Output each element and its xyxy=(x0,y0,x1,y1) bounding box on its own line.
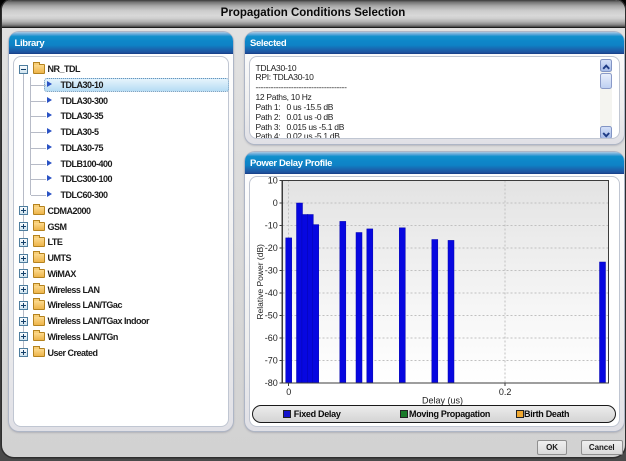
svg-text:-60: -60 xyxy=(264,333,277,343)
svg-text:-20: -20 xyxy=(264,243,277,253)
svg-text:-70: -70 xyxy=(264,355,277,365)
svg-text:0: 0 xyxy=(286,387,291,397)
svg-text:-30: -30 xyxy=(264,265,277,275)
svg-text:0.2: 0.2 xyxy=(498,387,511,397)
svg-text:Relative Power (dB): Relative Power (dB) xyxy=(255,243,265,319)
svg-text:0: 0 xyxy=(272,198,277,208)
svg-text:-40: -40 xyxy=(264,288,277,298)
svg-text:10: 10 xyxy=(267,177,277,186)
svg-text:-80: -80 xyxy=(264,378,277,388)
svg-text:-50: -50 xyxy=(264,310,277,320)
svg-text:Delay (us): Delay (us) xyxy=(421,395,462,405)
svg-text:-10: -10 xyxy=(264,220,277,230)
